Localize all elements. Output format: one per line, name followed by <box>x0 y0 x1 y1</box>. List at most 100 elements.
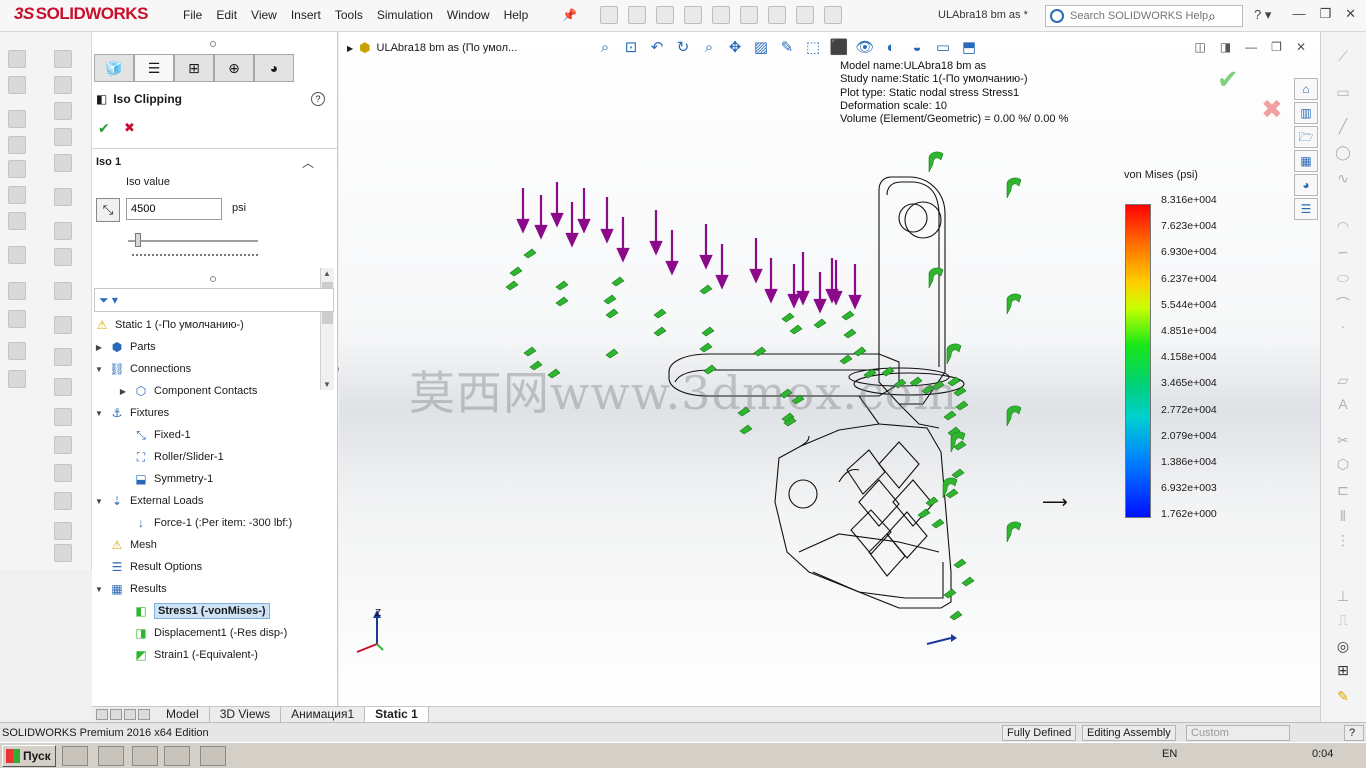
smart-dimension-icon[interactable]: ◎ <box>1333 638 1353 656</box>
restore-icon[interactable]: ❐ <box>1319 6 1331 22</box>
iso-slider-track[interactable] <box>128 240 258 242</box>
file-properties-icon[interactable] <box>796 6 814 24</box>
trim-tool-icon[interactable]: ✂ <box>1333 432 1353 450</box>
search-icon[interactable]: ⌕ <box>1208 8 1216 25</box>
line-tool-icon[interactable]: ⟋ <box>1333 48 1353 66</box>
tool-icon-16[interactable] <box>54 128 72 146</box>
plane-tool-icon[interactable]: ▱ <box>1333 372 1353 390</box>
view-palette-icon[interactable]: ▦ <box>1294 150 1318 172</box>
rectangle-tool-icon[interactable]: ▭ <box>1333 84 1353 102</box>
print-icon[interactable] <box>684 6 702 24</box>
tab-feature-manager[interactable]: 🧊 <box>94 54 134 82</box>
tree-item[interactable]: ▼ ⇣ External Loads <box>94 491 203 511</box>
open-icon[interactable] <box>628 6 646 24</box>
collapse-chevron-icon[interactable]: ︿ <box>302 154 314 171</box>
tool-icon-15[interactable] <box>54 102 72 120</box>
tree-item[interactable]: ◩ Strain1 (-Equivalent-) <box>118 645 258 665</box>
home-icon[interactable]: ⌂ <box>1294 78 1318 100</box>
tool-icon-28[interactable] <box>54 492 72 510</box>
tab-configuration-manager[interactable]: ⊞ <box>174 54 214 82</box>
start-button[interactable]: Пуск <box>2 745 56 767</box>
account-icon[interactable] <box>1050 9 1064 23</box>
text-tool-icon[interactable]: A <box>1333 396 1353 414</box>
file-explorer-icon[interactable]: 🗁 <box>1294 126 1318 148</box>
centerline-icon[interactable]: ∿ <box>1333 170 1353 188</box>
help-icon[interactable]: ? <box>311 92 325 106</box>
menu-file[interactable]: File <box>176 8 209 22</box>
point-tool-icon[interactable]: · <box>1333 318 1353 336</box>
tree-item[interactable]: ▼ ⚓ Fixtures <box>94 403 169 423</box>
units-dropdown[interactable]: Custom <box>1186 725 1290 741</box>
tool-icon-23[interactable] <box>54 348 72 366</box>
tab-model[interactable]: Model <box>156 707 210 722</box>
scroll-down-icon[interactable]: ▼ <box>323 380 331 389</box>
tree-root[interactable]: ⚠ Static 1 (-По умолчанию-) <box>94 315 244 335</box>
tree-item[interactable]: ☰ Result Options <box>94 557 203 577</box>
tool-icon-10[interactable] <box>8 310 26 328</box>
design-library-icon[interactable]: ▥ <box>1294 102 1318 124</box>
expander-icon[interactable]: ▶ <box>118 387 128 396</box>
menu-help[interactable]: Help <box>497 8 536 22</box>
sketch-edit-icon[interactable]: ✎ <box>1333 688 1353 706</box>
app-icon-5[interactable] <box>200 746 226 766</box>
status-help-icon[interactable]: ? <box>1344 725 1364 741</box>
tool-icon-7[interactable] <box>8 212 26 230</box>
iso-value-input[interactable] <box>126 198 222 220</box>
tool-icon-6[interactable] <box>8 186 26 204</box>
panel-splitter-2[interactable] <box>210 276 216 282</box>
tool-icon-13[interactable] <box>54 50 72 68</box>
pattern-tool-icon[interactable]: ⋮ <box>1333 532 1353 550</box>
search-input[interactable] <box>1070 10 1208 22</box>
solidworks-app-icon[interactable] <box>164 746 190 766</box>
tree-item[interactable]: ↓ Force-1 (:Per item: -300 lbf:) <box>118 513 292 533</box>
tab-3d-views[interactable]: 3D Views <box>210 707 282 722</box>
filter-icon[interactable]: ⏷ ▾ <box>99 293 118 308</box>
tree-item[interactable]: ⚠ Mesh <box>94 535 157 555</box>
tool-icon-26[interactable] <box>54 436 72 454</box>
language-indicator[interactable]: EN <box>1162 748 1177 760</box>
offset-tool-icon[interactable]: ⊏ <box>1333 482 1353 500</box>
tool-icon-1[interactable] <box>8 50 26 68</box>
search-box[interactable]: ⌕ <box>1045 5 1243 27</box>
tool-icon-5[interactable] <box>8 160 26 178</box>
ellipse-tool-icon[interactable]: ⬭ <box>1333 270 1353 288</box>
tool-icon-2[interactable] <box>8 76 26 94</box>
expander-icon[interactable]: ▶ <box>94 343 104 352</box>
tool-icon-8[interactable] <box>8 246 26 264</box>
tool-icon-18[interactable] <box>54 188 72 206</box>
repair-tool-icon[interactable]: ⎍ <box>1333 612 1353 630</box>
circle-tool-icon[interactable]: ◯ <box>1333 144 1353 162</box>
tree-item[interactable]: ◨ Displacement1 (-Res disp-) <box>118 623 287 643</box>
tool-icon-19[interactable] <box>54 222 72 240</box>
tool-icon-12[interactable] <box>8 370 26 388</box>
tool-icon-20[interactable] <box>54 248 72 266</box>
help-dropdown-icon[interactable]: ? ▾ <box>1254 7 1271 23</box>
prev-tab-icon[interactable] <box>110 709 122 720</box>
tool-icon-29[interactable] <box>54 522 72 540</box>
minimize-icon[interactable]: — <box>1292 6 1305 22</box>
undo-icon[interactable] <box>712 6 730 24</box>
tree-item[interactable]: ⤡ Fixed-1 <box>118 425 191 445</box>
relations-tool-icon[interactable]: ⊥ <box>1333 588 1353 606</box>
convert-tool-icon[interactable]: ⬡ <box>1333 456 1353 474</box>
fillet-tool-icon[interactable]: ⌒ <box>1333 294 1353 312</box>
panel-splitter[interactable] <box>210 41 216 47</box>
app-icon-3[interactable] <box>132 746 158 766</box>
tool-icon-30[interactable] <box>54 544 72 562</box>
tool-icon-27[interactable] <box>54 464 72 482</box>
last-tab-icon[interactable] <box>138 709 150 720</box>
tree-item[interactable]: ⬓ Symmetry-1 <box>118 469 213 489</box>
tab-property-manager[interactable]: ☰ <box>134 54 174 82</box>
close-icon[interactable]: ✕ <box>1345 6 1356 22</box>
tab-dimxpert[interactable]: ⊕ <box>214 54 254 82</box>
tree-item[interactable]: ▶ ⬡ Component Contacts <box>118 381 257 401</box>
pm-scrollbar[interactable]: ▲ ▼ <box>320 268 334 390</box>
save-icon[interactable] <box>656 6 674 24</box>
graphics-area[interactable]: ▶ ⬢ ULAbra18 bm as (По умол... ⌕ ⊡ ↶ ↻ ⌕… <box>339 32 1320 706</box>
tool-icon-24[interactable] <box>54 378 72 396</box>
menu-view[interactable]: View <box>244 8 284 22</box>
tool-icon-11[interactable] <box>8 342 26 360</box>
tab-static-study[interactable]: Static 1 <box>365 707 429 722</box>
firefox-app-icon[interactable] <box>98 746 124 766</box>
tree-item[interactable]: ▶ ⬢ Parts <box>94 337 156 357</box>
